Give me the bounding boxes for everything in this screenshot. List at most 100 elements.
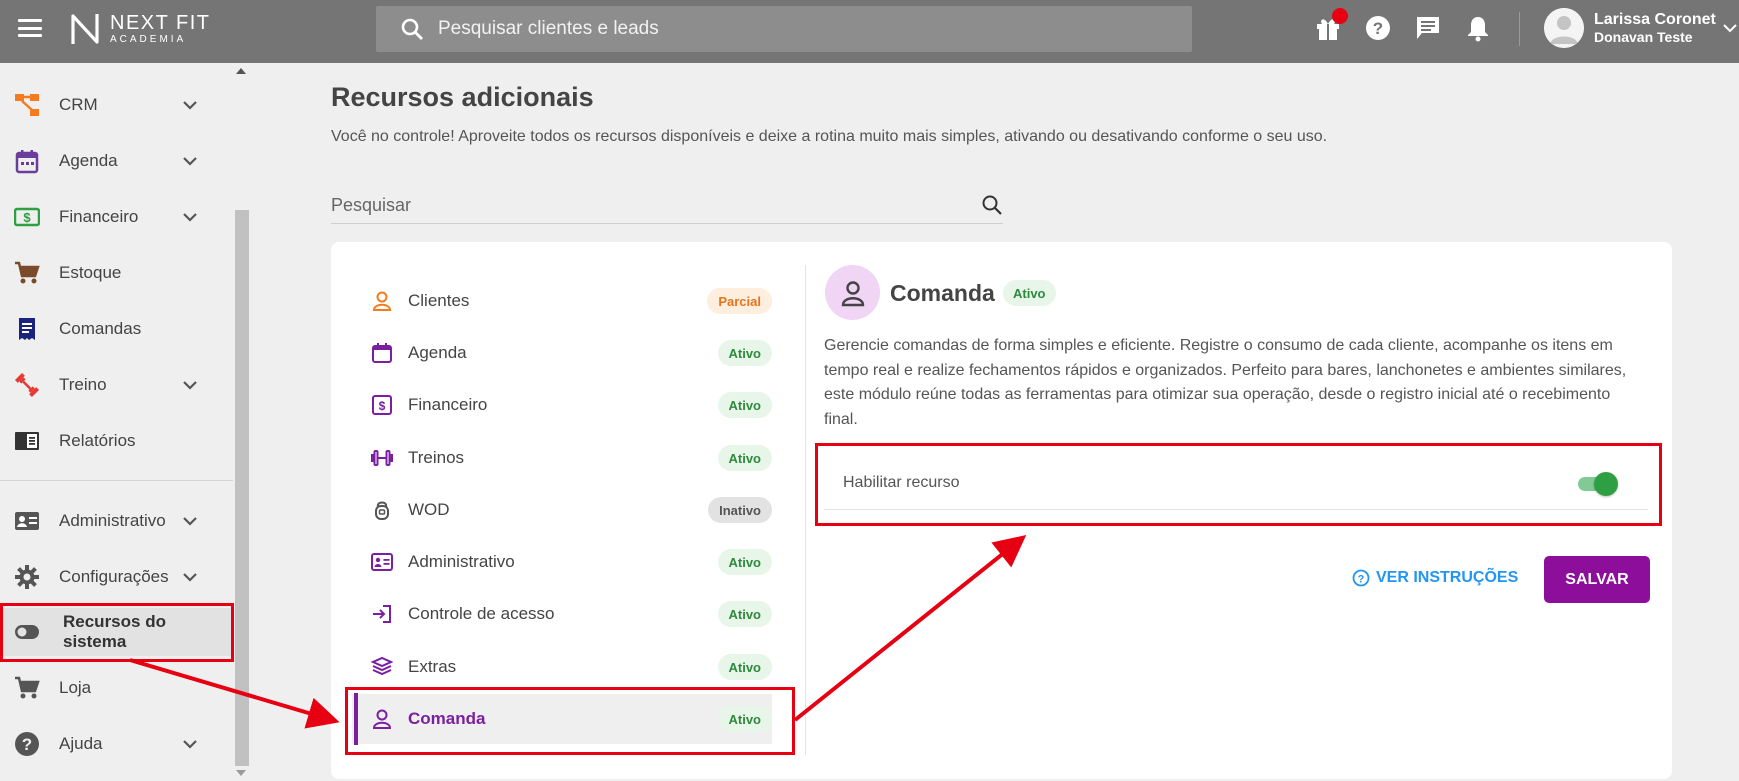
- help-icon[interactable]: ?: [1364, 14, 1392, 42]
- resource-item-controle-de-acesso[interactable]: Controle de acesso Ativo: [352, 589, 772, 639]
- sidebar-item-agenda[interactable]: Agenda: [0, 137, 233, 185]
- resource-item-treinos[interactable]: Treinos Ativo: [352, 433, 772, 483]
- resource-label: WOD: [408, 500, 450, 519]
- cart-icon: [14, 260, 40, 286]
- page-subtitle: Você no controle! Aproveite todos os rec…: [331, 128, 1328, 145]
- resource-item-extras[interactable]: Extras Ativo: [352, 642, 772, 692]
- user-icon: [370, 289, 394, 313]
- global-search-input[interactable]: [438, 18, 1038, 40]
- enable-resource-toggle[interactable]: [1578, 472, 1618, 496]
- user-company: Donavan Teste: [1594, 29, 1693, 46]
- resource-label: Agenda: [408, 343, 467, 362]
- chevron-down-icon: [183, 157, 197, 166]
- resource-item-wod[interactable]: WOD Inativo: [352, 485, 772, 535]
- sidebar-item-label: Agenda: [59, 151, 118, 170]
- svg-text:?: ?: [1373, 19, 1383, 38]
- status-badge: Ativo: [717, 392, 772, 418]
- scroll-up-arrow-icon[interactable]: [236, 68, 246, 74]
- logo-name: NEXT FIT: [110, 12, 211, 34]
- resource-label: Treinos: [408, 448, 465, 467]
- chevron-down-icon: [183, 740, 197, 749]
- help-circle-icon: ?: [1352, 569, 1370, 587]
- sidebar-item-label: Estoque: [59, 263, 122, 282]
- sidebar-item-loja[interactable]: Loja: [0, 664, 233, 712]
- resource-search-input[interactable]: [331, 195, 951, 216]
- sidebar-item-label: Administrativo: [59, 511, 166, 530]
- scroll-down-arrow-icon[interactable]: [236, 770, 246, 776]
- sidebar-item-recursos-do-sistema[interactable]: Recursos do sistema: [0, 608, 233, 656]
- sidebar-item-treino[interactable]: Treino: [0, 361, 233, 409]
- gear-icon: [14, 564, 40, 590]
- chevron-down-icon: [183, 213, 197, 222]
- status-badge: Ativo: [717, 601, 772, 627]
- enable-resource-label: Habilitar recurso: [843, 474, 960, 491]
- sidebar-divider: [0, 480, 233, 481]
- status-badge: Ativo: [717, 706, 772, 732]
- sidebar-item-label: Configurações: [59, 567, 169, 586]
- report-icon: [14, 428, 40, 454]
- sidebar-item-estoque[interactable]: Estoque: [0, 249, 233, 297]
- cart-icon: [14, 675, 40, 701]
- svg-text:$: $: [23, 210, 31, 225]
- enable-resource-row: Habilitar recurso: [824, 458, 1648, 510]
- chevron-down-icon: [183, 573, 197, 582]
- status-badge: Inativo: [708, 497, 772, 523]
- view-instructions-button[interactable]: ? VER INSTRUÇÕES: [1352, 569, 1518, 587]
- dumbbell-icon: [14, 372, 40, 398]
- sidebar-item-label: Recursos do sistema: [63, 612, 166, 651]
- status-badge: Ativo: [717, 340, 772, 366]
- sidebar-item-crm[interactable]: CRM: [0, 81, 233, 129]
- resource-search[interactable]: [331, 188, 1003, 224]
- detail-description: Gerencie comandas de forma simples e efi…: [824, 337, 1627, 428]
- sidebar-item-financeiro[interactable]: $ Financeiro: [0, 193, 233, 241]
- resource-item-financeiro[interactable]: $ Financeiro Ativo: [352, 380, 772, 430]
- sidebar-item-label: Relatórios: [59, 431, 136, 450]
- help-icon: ?: [14, 731, 40, 757]
- resource-item-clientes[interactable]: Clientes Parcial: [352, 276, 772, 326]
- login-icon: [370, 602, 394, 626]
- menu-icon[interactable]: [18, 19, 42, 37]
- topbar-divider: [1519, 12, 1520, 46]
- sidebar-scroll-thumb[interactable]: [235, 210, 249, 766]
- resource-label: Administrativo: [408, 552, 515, 571]
- top-bar: NEXT FIT ACADEMIA ? Larissa Coronet Dona…: [0, 0, 1739, 63]
- money-icon: $: [370, 393, 394, 417]
- sidebar-item-comandas[interactable]: Comandas: [0, 305, 233, 353]
- dumbbell-icon: [370, 446, 394, 470]
- gift-icon[interactable]: [1314, 8, 1348, 42]
- receipt-icon: [14, 316, 40, 342]
- calendar-icon: [370, 341, 394, 365]
- status-badge: Ativo: [717, 549, 772, 575]
- logo-mark-icon: [71, 14, 99, 44]
- sidebar-item-label: Loja: [59, 678, 92, 697]
- sidebar-item-ajuda[interactable]: ? Ajuda: [0, 720, 233, 768]
- resource-item-agenda[interactable]: Agenda Ativo: [352, 328, 772, 378]
- global-search[interactable]: [376, 6, 1192, 52]
- bell-icon[interactable]: [1464, 14, 1492, 42]
- sidebar-item-administrativo[interactable]: Administrativo: [0, 497, 233, 545]
- chevron-down-icon: [1723, 24, 1737, 33]
- kettlebell-icon: [370, 498, 394, 522]
- user-menu[interactable]: Larissa Coronet Donavan Teste: [1544, 8, 1738, 48]
- chevron-down-icon: [183, 101, 197, 110]
- resource-label: Clientes: [408, 291, 470, 310]
- toggle-knob: [1594, 472, 1618, 496]
- resource-item-comanda[interactable]: Comanda Ativo: [352, 694, 772, 744]
- sidebar-item-label: Comandas: [59, 319, 142, 338]
- notification-dot: [1332, 8, 1348, 24]
- avatar: [1544, 8, 1584, 48]
- logo[interactable]: NEXT FIT ACADEMIA: [70, 12, 211, 46]
- selected-indicator: [354, 693, 358, 745]
- sidebar-item-configuracoes[interactable]: Configurações: [0, 553, 233, 601]
- calendar-icon: [14, 148, 40, 174]
- save-button[interactable]: SALVAR: [1544, 556, 1650, 603]
- search-icon[interactable]: [981, 194, 1003, 216]
- user-name: Larissa Coronet: [1594, 10, 1716, 28]
- chevron-down-icon: [183, 381, 197, 390]
- sidebar-item-relatorios[interactable]: Relatórios: [0, 417, 233, 465]
- chat-icon[interactable]: [1414, 14, 1442, 42]
- view-instructions-label: VER INSTRUÇÕES: [1376, 569, 1519, 586]
- toggle-icon: [14, 619, 40, 645]
- resource-item-administrativo[interactable]: Administrativo Ativo: [352, 537, 772, 587]
- search-icon: [401, 18, 423, 40]
